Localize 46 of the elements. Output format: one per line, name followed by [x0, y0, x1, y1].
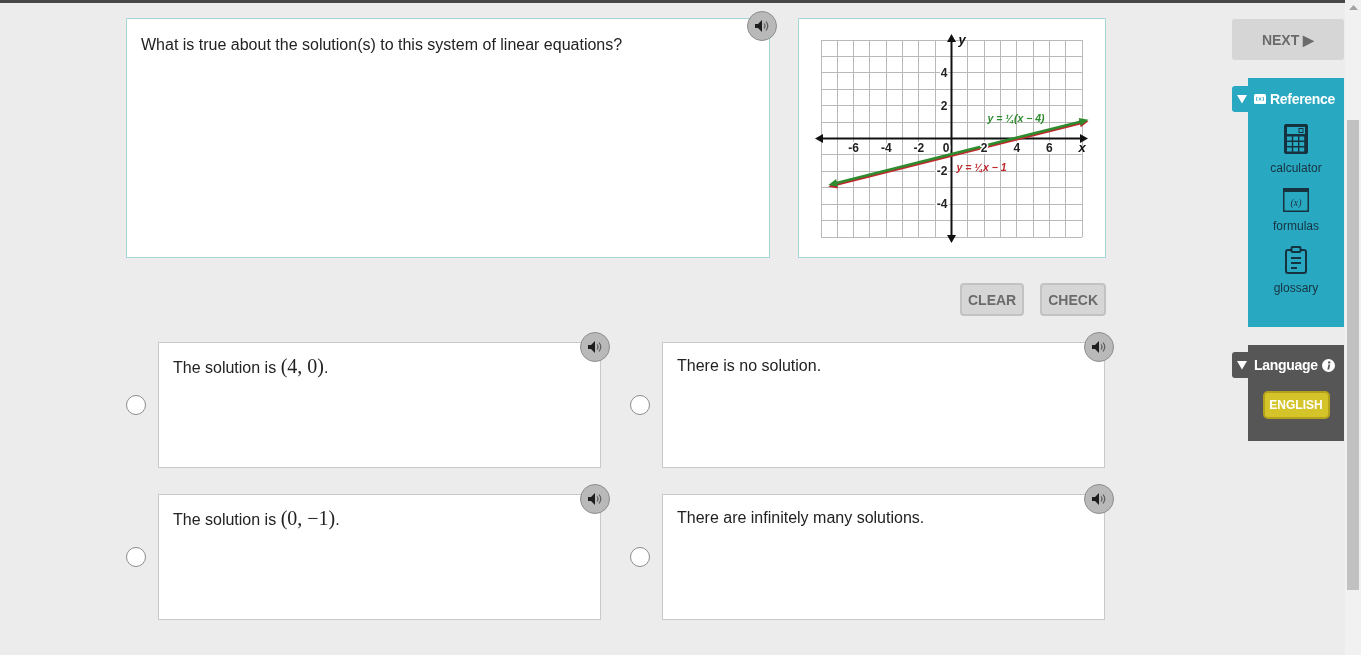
formula-box-icon — [1254, 94, 1266, 104]
tick-label: 2 — [940, 98, 948, 113]
speaker-icon — [588, 341, 602, 353]
caret-icon — [1237, 94, 1247, 104]
tick-label: -2 — [936, 164, 948, 179]
tick-label: 2 — [980, 140, 988, 155]
calculator-icon — [1284, 124, 1308, 154]
tick-label: -2 — [913, 140, 925, 155]
tick-label: 4 — [1013, 140, 1021, 155]
calculator-button[interactable]: calculator — [1270, 124, 1322, 175]
tick-label: -4 — [936, 197, 948, 212]
speaker-icon — [1092, 341, 1106, 353]
tick-label: 0 — [942, 140, 950, 155]
question-text: What is true about the solution(s) to this system of linear equations? — [141, 36, 624, 54]
choice-text: There are infinitely many solutions. — [677, 509, 926, 527]
scrollbar-thumb[interactable] — [1347, 120, 1359, 590]
formulas-button[interactable]: (x) formulas — [1273, 188, 1319, 233]
speaker-icon — [1092, 493, 1106, 505]
scroll-up-icon[interactable] — [1348, 5, 1358, 10]
radio-button[interactable] — [126, 395, 146, 415]
formula-window-icon: (x) — [1283, 188, 1309, 212]
choice-text: The solution is (4, 0). — [173, 357, 330, 377]
radio-button[interactable] — [630, 547, 650, 567]
choice-text: There is no solution. — [677, 357, 823, 375]
audio-button[interactable] — [747, 11, 777, 41]
tick-label: -4 — [880, 140, 892, 155]
axis-label: x — [1078, 139, 1086, 155]
speaker-icon — [755, 20, 769, 32]
caret-icon — [1237, 360, 1247, 370]
radio-button[interactable] — [630, 395, 650, 415]
radio-button[interactable] — [126, 547, 146, 567]
tick-label: 6 — [1046, 140, 1053, 155]
speaker-icon — [588, 493, 602, 505]
choice-text: The solution is (0, −1). — [173, 509, 341, 529]
audio-button[interactable] — [580, 332, 610, 362]
audio-button[interactable] — [1084, 332, 1114, 362]
audio-button[interactable] — [580, 484, 610, 514]
clipboard-icon — [1285, 246, 1307, 274]
tick-label: 4 — [940, 65, 948, 80]
equation-label: y = ¼(x − 4) — [987, 112, 1045, 125]
info-icon — [1321, 358, 1335, 372]
glossary-button[interactable]: glossary — [1273, 246, 1319, 295]
audio-button[interactable] — [1084, 484, 1114, 514]
equation-label: y = ¼x − 1 — [956, 161, 1007, 174]
axis-label: y — [958, 32, 966, 47]
tick-label: -6 — [848, 140, 859, 155]
